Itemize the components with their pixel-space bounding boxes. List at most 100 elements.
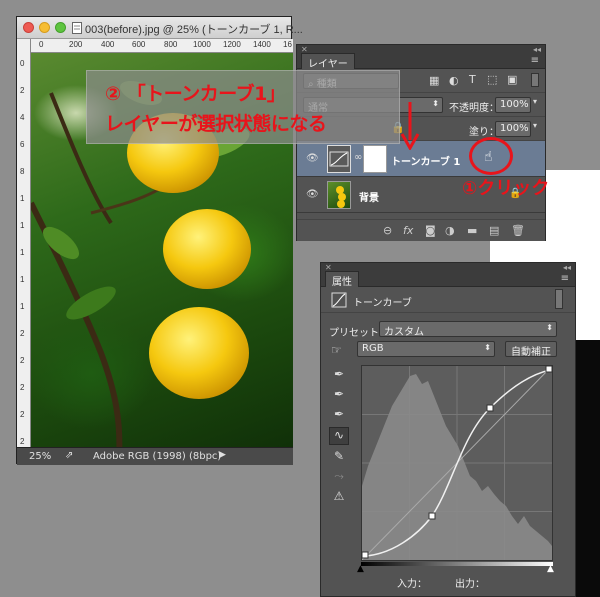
curve-histogram [361, 365, 553, 561]
layers-panel-header: ✕ ◂◂ レイヤー ≡ [297, 45, 545, 70]
channel-select[interactable]: RGB ⬍ [357, 341, 495, 357]
add-mask-icon[interactable]: ◙ [425, 224, 436, 237]
adjustment-name: トーンカーブ [353, 298, 412, 309]
click-annotation: ①クリック [462, 178, 550, 199]
tab-layers[interactable]: レイヤー [301, 53, 355, 70]
annotation-line-2: レイヤーが選択状態になる [105, 113, 327, 135]
auto-button[interactable]: 自動補正 [505, 341, 557, 358]
eye-icon[interactable]: 👁 [306, 189, 319, 200]
white-slider-icon[interactable]: ▲ [547, 564, 554, 574]
opacity-input[interactable]: 100% [495, 97, 531, 113]
layers-panel-footer: ⊖ fx ◙ ◑ ▬ ▤ 🗑 [297, 219, 545, 241]
ruler-tick: 2 [20, 437, 25, 446]
link-icon[interactable]: ∞ [354, 152, 362, 163]
curves-icon [331, 292, 347, 308]
ruler-tick: 1400 [253, 40, 271, 49]
color-profile: Adobe RGB (1998) (8bpc) [93, 451, 222, 462]
ruler-tick: 1 [20, 275, 25, 284]
shape-filter-icon[interactable]: ⬚ [487, 73, 497, 86]
black-slider-icon[interactable]: ▲ [357, 564, 364, 574]
ruler-tick: 400 [101, 40, 115, 49]
zoom-level[interactable]: 25% [29, 451, 51, 462]
ruler-tick: 1 [20, 302, 25, 311]
ruler-tick: 1 [20, 194, 25, 203]
auto-button-label: 自動補正 [511, 347, 551, 358]
zoom-window-button[interactable] [55, 22, 66, 33]
ruler-tick: 2 [20, 356, 25, 365]
new-layer-icon[interactable]: ▤ [489, 224, 499, 237]
layer-name[interactable]: 背景 [359, 189, 379, 204]
target-adjust-hand-icon[interactable]: ☞ [331, 343, 342, 357]
ruler-top: 0 200 400 600 800 1000 1200 1400 16 [31, 39, 293, 53]
fill-input[interactable]: 100% [495, 121, 531, 137]
curve-graph[interactable] [361, 365, 553, 561]
ruler-tick: 16 [283, 40, 292, 49]
fill-value: 100% [500, 123, 529, 134]
ruler-left: 0 2 4 6 8 1 1 1 1 1 2 2 2 2 2 [17, 39, 31, 459]
status-menu-arrow-icon[interactable]: ▶ [219, 450, 226, 460]
layer-name[interactable]: トーンカーブ 1 [391, 153, 460, 168]
opacity-value: 100% [500, 99, 529, 110]
ruler-tick: 0 [39, 40, 44, 49]
down-arrow-icon [400, 102, 420, 150]
opacity-label: 不透明度： [449, 103, 499, 114]
highlight-circle [469, 137, 513, 175]
fx-icon[interactable]: fx [403, 224, 413, 237]
properties-panel-header: ✕ ◂◂ 属性 ≡ [321, 263, 575, 288]
pixel-filter-icon[interactable]: ▦ [429, 74, 439, 87]
annotation-line-1: ② 「トーンカーブ1」 [105, 83, 286, 105]
link-layers-icon[interactable]: ⊖ [383, 224, 392, 237]
new-adjustment-icon[interactable]: ◑ [445, 224, 455, 237]
smart-object-filter-icon[interactable]: ▣ [507, 73, 517, 86]
minimize-window-button[interactable] [39, 22, 50, 33]
ruler-tick: 2 [20, 410, 25, 419]
fill-slider-icon[interactable]: ▾ [533, 121, 537, 130]
document-title: 003(before).jpg @ 25% (トーンカーブ 1, R... [85, 24, 303, 36]
mask-thumbnail[interactable] [363, 145, 387, 173]
share-icon[interactable]: ⇗ [65, 450, 73, 461]
channel-value: RGB [362, 343, 384, 354]
panel-menu-icon[interactable]: ≡ [561, 273, 569, 284]
panel-collapse-icon[interactable]: ◂◂ [563, 263, 571, 272]
ruler-tick: 1000 [193, 40, 211, 49]
ruler-tick: 800 [164, 40, 178, 49]
preset-select[interactable]: カスタム ⬍ [379, 321, 557, 338]
filter-toggle[interactable] [531, 73, 539, 87]
ruler-tick: 4 [20, 113, 25, 122]
tab-properties[interactable]: 属性 [325, 271, 359, 288]
pencil-icon[interactable]: ✎ [329, 449, 349, 467]
eye-icon[interactable]: 👁 [306, 153, 319, 164]
ruler-tick: 600 [132, 40, 146, 49]
smooth-curve-icon[interactable]: ⤳ [329, 469, 349, 487]
white-point-eyedropper-icon[interactable]: ✒ [329, 407, 349, 425]
ruler-tick: 2 [20, 383, 25, 392]
new-group-icon[interactable]: ▬ [467, 224, 477, 237]
chevron-down-icon: ⬍ [484, 343, 491, 352]
gray-point-eyedropper-icon[interactable]: ✒ [329, 387, 349, 405]
adjustment-filter-icon[interactable]: ◐ [449, 74, 459, 87]
properties-scrollbar[interactable] [555, 289, 563, 309]
panel-collapse-icon[interactable]: ◂◂ [533, 45, 541, 54]
adjustment-thumbnail [327, 145, 351, 173]
annotation-box: ② 「トーンカーブ1」 レイヤーが選択状態になる [86, 70, 400, 144]
type-filter-icon[interactable]: T [469, 73, 476, 86]
curve-point-tool-icon[interactable]: ∿ [329, 427, 349, 445]
ruler-tick: 1 [20, 221, 25, 230]
close-window-button[interactable] [23, 22, 34, 33]
clipping-warning-icon[interactable]: ⚠ [329, 489, 349, 507]
document-titlebar[interactable]: 003(before).jpg @ 25% (トーンカーブ 1, R... [17, 17, 303, 39]
output-label: 出力： [455, 579, 485, 590]
adjustment-title-row: トーンカーブ [321, 287, 575, 313]
ruler-tick: 6 [20, 140, 25, 149]
preset-value: カスタム [384, 327, 424, 338]
trash-icon[interactable]: 🗑 [511, 224, 525, 237]
input-label: 入力： [397, 579, 427, 590]
black-point-eyedropper-icon[interactable]: ✒ [329, 367, 349, 385]
document-statusbar: 25% ⇗ Adobe RGB (1998) (8bpc) ▶ [17, 447, 293, 465]
opacity-slider-icon[interactable]: ▾ [533, 97, 537, 106]
properties-panel: ✕ ◂◂ 属性 ≡ トーンカーブ プリセット： カスタム ⬍ ☞ RGB ⬍ 自… [320, 262, 576, 597]
ruler-tick: 2 [20, 329, 25, 338]
chevron-down-icon: ⬍ [546, 323, 553, 332]
ruler-tick: 0 [20, 59, 25, 68]
panel-menu-icon[interactable]: ≡ [531, 55, 539, 66]
